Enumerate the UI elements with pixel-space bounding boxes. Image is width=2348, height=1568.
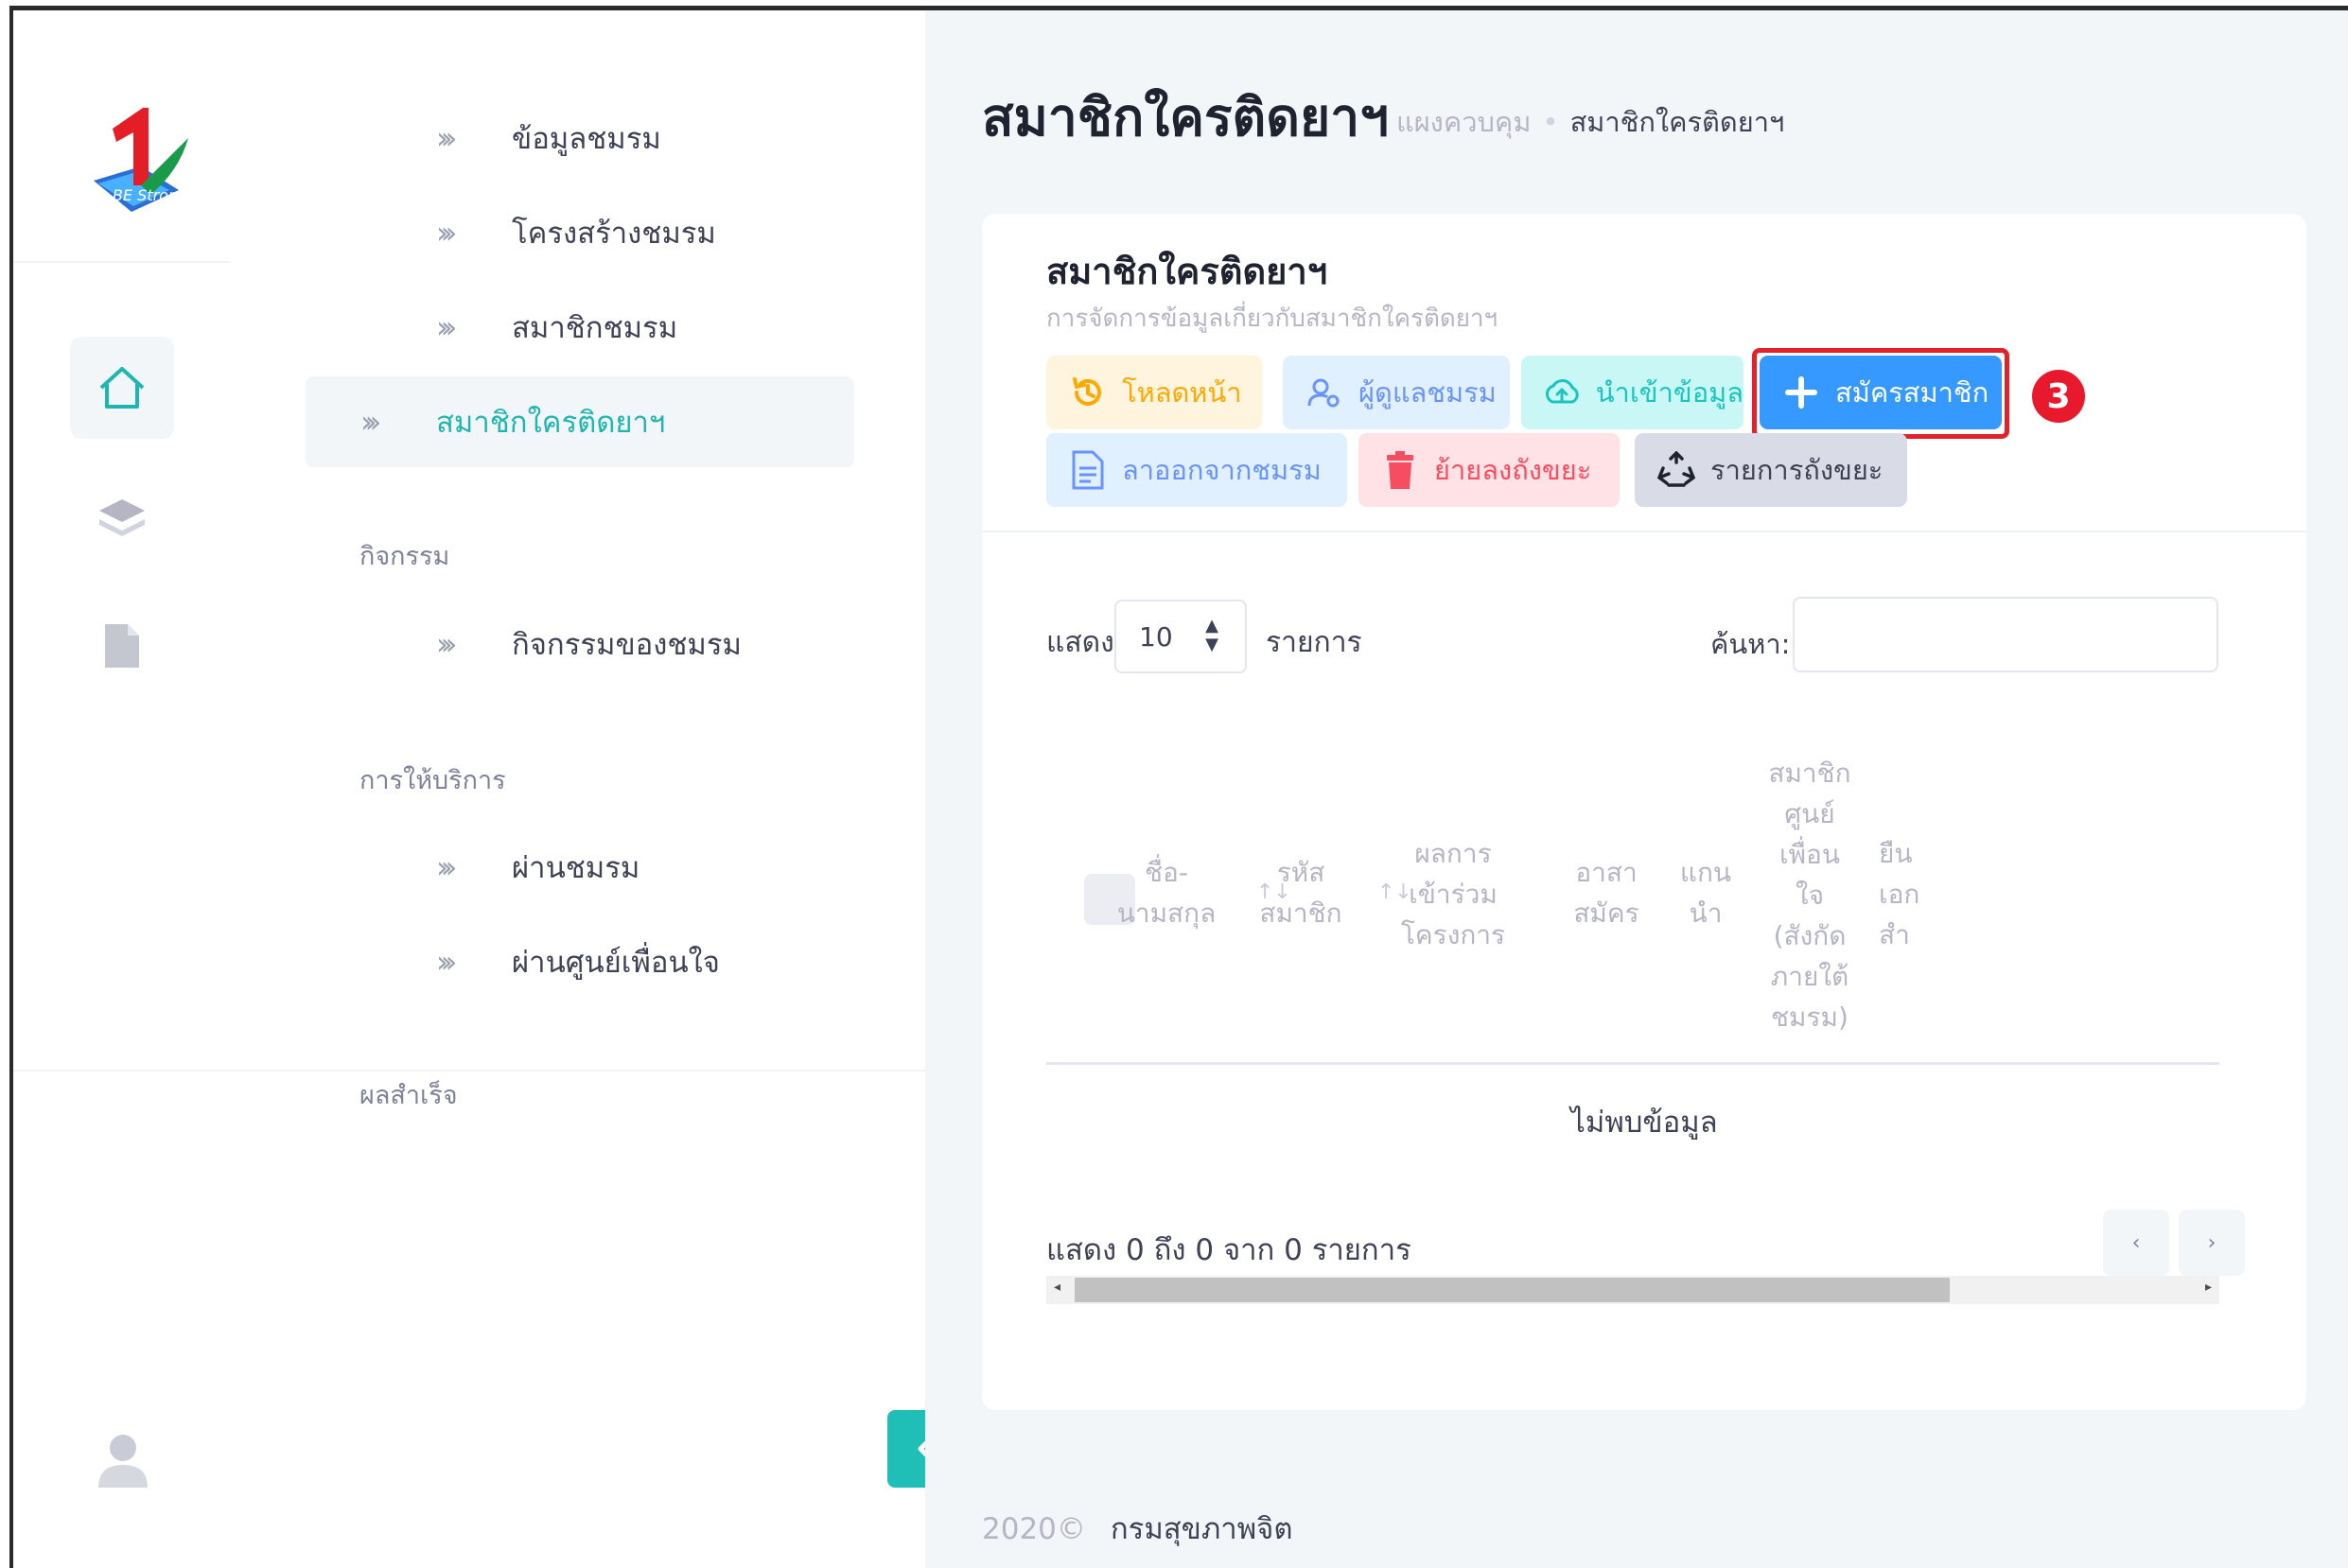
breadcrumb-dashboard[interactable]: แผงควบคุม	[1396, 106, 1531, 138]
show-label: แสดง	[1046, 626, 1114, 659]
page-length-select[interactable]: 10 ▲ ▼	[1114, 600, 1247, 673]
main-content: สมาชิกใครติดยาฯ แผงควบคุม • สมาชิกใครติดยา…	[925, 10, 2348, 1568]
home-nav-button[interactable]	[70, 337, 174, 439]
move-to-trash-label: ย้ายลงถังขยะ	[1434, 454, 1592, 486]
header-volunteer[interactable]: อาสา สมัคร	[1550, 852, 1663, 933]
home-icon	[99, 367, 145, 409]
members-card: สมาชิกใครติดยาฯ การจัดการข้อมูลเกี่ยวกับ…	[982, 214, 2306, 1410]
page-title: สมาชิกใครติดยาฯ	[982, 87, 1389, 148]
header-confirm[interactable]: ยืน เอก สำ	[1879, 833, 1945, 955]
document-icon	[105, 624, 139, 668]
reload-button[interactable]: โหลดหน้า	[1046, 356, 1262, 429]
menu-item-label: สมาชิกชมรม	[512, 311, 678, 345]
club-admin-label: ผู้ดูแลชมรม	[1358, 376, 1497, 409]
table-info: แสดง 0 ถึง 0 จาก 0 รายการ	[1046, 1233, 1411, 1267]
prev-page-button[interactable]: ‹	[2103, 1210, 2169, 1276]
rail-divider	[13, 1070, 230, 1071]
menu-item-drug-members[interactable]: ››› สมาชิกใครติดยาฯ	[306, 376, 854, 467]
search-label: ค้นหา:	[1710, 628, 1791, 660]
chevron-right-icon: ›››	[436, 309, 458, 345]
footer: 2020© กรมสุขภาพจิต	[982, 1505, 1292, 1552]
footer-org[interactable]: กรมสุขภาพจิต	[1111, 1512, 1293, 1546]
scrollbar-thumb[interactable]	[1075, 1278, 1950, 1302]
menu-section-service: การให้บริการ	[359, 766, 506, 795]
menu-section-activity: กิจกรรม	[359, 542, 450, 571]
header-member-id[interactable]: รหัส สมาชิก	[1239, 852, 1362, 933]
chevron-right-icon: ›	[2207, 1230, 2217, 1255]
scroll-right-arrow[interactable]: ▸	[2205, 1280, 2212, 1295]
menu-item-label: โครงสร้างชมรม	[512, 217, 716, 251]
table-divider	[1046, 1062, 2219, 1065]
cloud-upload-icon	[1546, 379, 1580, 404]
items-label: รายการ	[1266, 626, 1362, 659]
trash-list-label: รายการถังขยะ	[1710, 454, 1884, 486]
card-divider	[982, 531, 2306, 532]
trash-icon	[1387, 451, 1413, 489]
horizontal-scrollbar[interactable]: ◂ ▸	[1046, 1276, 2219, 1304]
menu-item-label: ข้อมูลชมรม	[512, 122, 661, 156]
chevron-right-icon: ›››	[436, 215, 458, 251]
chevron-right-icon: ›››	[436, 626, 458, 662]
footer-year: 2020©	[982, 1512, 1086, 1546]
leave-club-button[interactable]: ลาออกจากชมรม	[1046, 433, 1347, 507]
menu-item-club-members[interactable]: ››› สมาชิกชมรม	[306, 282, 930, 373]
empty-table-message: ไม่พบข้อมูล	[1570, 1106, 1718, 1140]
chevron-right-icon: ›››	[436, 120, 458, 156]
menu-section-result[interactable]: ผลสำเร็จ	[359, 1074, 458, 1115]
history-icon	[1073, 377, 1101, 406]
menu-item-label: ผ่านชมรม	[512, 851, 640, 885]
menu-item-via-center[interactable]: ››› ผ่านศูนย์เพื่อนใจ	[306, 916, 930, 1007]
trash-list-button[interactable]: รายการถังขยะ	[1635, 433, 1907, 507]
page-length-value: 10	[1139, 620, 1173, 653]
menu-item-club-activities[interactable]: ››› กิจกรรมของชมรม	[306, 599, 930, 689]
breadcrumb: แผงควบคุม • สมาชิกใครติดยาฯ	[1396, 106, 1785, 138]
rail-divider	[13, 261, 230, 263]
file-text-icon	[1072, 450, 1104, 490]
move-to-trash-button[interactable]: ย้ายลงถังขยะ	[1358, 433, 1620, 507]
menu-item-label: กิจกรรมของชมรม	[512, 628, 742, 662]
header-center-member[interactable]: สมาชิก ศูนย์ เพื่อน ใจ (สังกัด ภายใต้ ชม…	[1748, 753, 1871, 1037]
chevron-right-icon: ›››	[436, 944, 458, 980]
sort-arrows-icon: ▲ ▼	[1205, 616, 1218, 654]
step-marker-badge: 3	[2032, 370, 2085, 423]
logo-text: BE Strong	[113, 186, 187, 204]
document-nav-button[interactable]	[70, 595, 174, 697]
chevron-left-icon: ‹	[2131, 1230, 2141, 1255]
next-page-button[interactable]: ›	[2179, 1210, 2245, 1276]
header-leader[interactable]: แกน นำ	[1668, 852, 1743, 933]
menu-item-club-structure[interactable]: ››› โครงสร้างชมรม	[306, 187, 930, 278]
layers-icon	[99, 499, 145, 536]
header-fullname[interactable]: ชื่อ- นามสกุล	[1105, 852, 1228, 933]
card-title: สมาชิกใครติดยาฯ	[1046, 251, 1328, 292]
side-menu: ››› ข้อมูลชมรม ››› โครงสร้างชมรม ››› สมา…	[230, 10, 925, 1568]
layers-nav-button[interactable]	[70, 469, 174, 571]
search-input[interactable]	[1793, 597, 2218, 672]
app-logo[interactable]: BE Strong	[75, 100, 198, 223]
reload-label: โหลดหน้า	[1122, 376, 1242, 409]
card-subtitle: การจัดการข้อมูลเกี่ยวกับสมาชิกใครติดยาฯ	[1046, 305, 1498, 333]
menu-item-club-info[interactable]: ››› ข้อมูลชมรม	[306, 93, 930, 183]
scroll-left-arrow[interactable]: ◂	[1054, 1280, 1060, 1295]
recycle-icon	[1657, 451, 1695, 487]
icon-rail: BE Strong	[13, 10, 232, 1568]
menu-item-via-club[interactable]: ››› ผ่านชมรม	[306, 822, 930, 913]
menu-item-label: สมาชิกใครติดยาฯ	[436, 406, 666, 440]
header-participation[interactable]: ผลการ เข้าร่วม โครงการ	[1387, 833, 1519, 955]
user-icon	[98, 1435, 148, 1488]
chevron-right-icon: ›››	[360, 404, 382, 440]
breadcrumb-current: สมาชิกใครติดยาฯ	[1569, 106, 1785, 138]
user-gear-icon	[1307, 378, 1340, 408]
import-label: นำเข้าข้อมูล	[1595, 376, 1743, 409]
leave-club-label: ลาออกจากชมรม	[1122, 454, 1322, 486]
highlight-box	[1752, 348, 2009, 439]
import-button[interactable]: นำเข้าข้อมูล	[1521, 356, 1743, 429]
user-avatar[interactable]	[95, 1429, 151, 1495]
menu-divider	[230, 1070, 925, 1071]
chevron-right-icon: ›››	[436, 849, 458, 885]
club-admin-button[interactable]: ผู้ดูแลชมรม	[1283, 356, 1510, 429]
menu-item-label: ผ่านศูนย์เพื่อนใจ	[512, 946, 720, 980]
